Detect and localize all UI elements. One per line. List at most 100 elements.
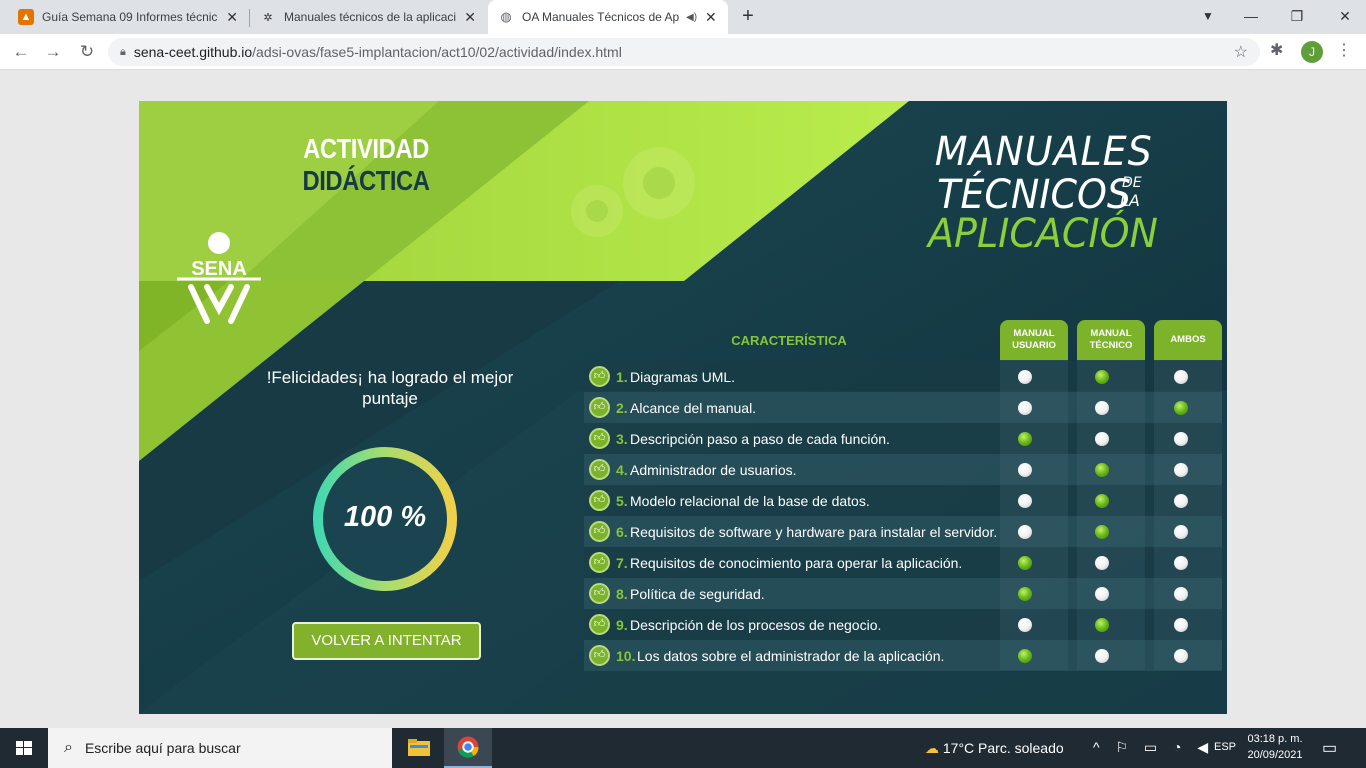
radio-option[interactable] xyxy=(1174,432,1188,446)
file-explorer-icon[interactable] xyxy=(396,728,442,768)
column-header-ambos: AMBOS xyxy=(1154,320,1222,360)
radio-option[interactable] xyxy=(1018,401,1032,415)
tab-title: Guía Semana 09 Informes técnicos xyxy=(42,10,219,24)
selected-radio-option[interactable] xyxy=(1095,370,1109,384)
table-row: 👍︎ 10. Los datos sobre el administrador de… xyxy=(584,640,1222,671)
thumbs-up-icon: 👍︎ xyxy=(589,490,610,511)
selected-radio-option[interactable] xyxy=(1018,587,1032,601)
radio-option[interactable] xyxy=(1174,463,1188,477)
selected-radio-option[interactable] xyxy=(1095,525,1109,539)
address-bar[interactable]: 🔒︎ sena-ceet.github.io/adsi-ovas/fase5-i… xyxy=(108,38,1260,66)
row-text: Requisitos de conocimiento para operar l… xyxy=(630,555,963,571)
table-row: 👍︎ 7. Requisitos de conocimiento para oper… xyxy=(584,547,1222,578)
selected-radio-option[interactable] xyxy=(1018,649,1032,663)
radio-option[interactable] xyxy=(1174,370,1188,384)
weather-widget[interactable]: ☁ 17°C Parc. soleado xyxy=(925,740,1064,757)
toolbar: ← → ↻ 🔒︎ sena-ceet.github.io/adsi-ovas/f… xyxy=(0,34,1366,70)
radio-option[interactable] xyxy=(1174,494,1188,508)
menu-icon[interactable]: ⋮ xyxy=(1336,40,1352,60)
close-icon[interactable]: ✕ xyxy=(464,9,476,26)
table-row: 👍︎ 5. Modelo relacional de la base de dato… xyxy=(584,485,1222,516)
windows-start-icon[interactable] xyxy=(0,728,48,768)
forward-icon[interactable]: → xyxy=(42,41,64,63)
tab-title: OA Manuales Técnicos de Ap xyxy=(522,10,680,24)
radio-option[interactable] xyxy=(1095,556,1109,570)
notification-icon[interactable]: ▭ xyxy=(1322,738,1337,758)
table-row: 👍︎ 1. Diagramas UML. xyxy=(584,361,1222,392)
radio-option[interactable] xyxy=(1095,401,1109,415)
close-window-icon[interactable]: ✕ xyxy=(1330,4,1360,28)
tab-manuales[interactable]: ✲ Manuales técnicos de la aplicación ✕ xyxy=(250,0,486,34)
row-number: 5. xyxy=(616,493,628,509)
radio-option[interactable] xyxy=(1018,525,1032,539)
search-placeholder: Escribe aquí para buscar xyxy=(84,740,241,756)
radio-option[interactable] xyxy=(1018,463,1032,477)
table-row: 👍︎ 4. Administrador de usuarios. xyxy=(584,454,1222,485)
selected-radio-option[interactable] xyxy=(1095,618,1109,632)
selected-radio-option[interactable] xyxy=(1174,401,1188,415)
radio-option[interactable] xyxy=(1095,587,1109,601)
weather-icon: ☁ xyxy=(925,740,939,756)
profile-avatar[interactable]: J xyxy=(1301,41,1323,63)
classroom-icon: ▲ xyxy=(18,9,34,25)
selected-radio-option[interactable] xyxy=(1018,556,1032,570)
browser-window: ▲ Guía Semana 09 Informes técnicos ✕ ✲ M… xyxy=(0,0,1366,70)
row-number: 9. xyxy=(616,617,628,633)
radio-option[interactable] xyxy=(1095,649,1109,663)
radio-option[interactable] xyxy=(1174,556,1188,570)
thumbs-up-icon: 👍︎ xyxy=(589,366,610,387)
speaker-icon[interactable]: ◀) xyxy=(686,12,697,23)
tab-guia[interactable]: ▲ Guía Semana 09 Informes técnicos ✕ xyxy=(8,0,248,34)
new-tab-button[interactable]: + xyxy=(738,5,758,28)
radio-option[interactable] xyxy=(1018,618,1032,632)
radio-option[interactable] xyxy=(1174,618,1188,632)
thumbs-up-icon: 👍︎ xyxy=(589,552,610,573)
reload-icon[interactable]: ↻ xyxy=(76,41,98,63)
column-header-manual-tecnico: MANUAL TÉCNICO xyxy=(1077,320,1145,360)
retry-button[interactable]: VOLVER A INTENTAR xyxy=(292,622,481,660)
clock-time: 03:18 p. m. xyxy=(1247,733,1303,745)
weather-text: 17°C Parc. soleado xyxy=(942,740,1064,756)
radio-option[interactable] xyxy=(1174,587,1188,601)
chrome-icon[interactable] xyxy=(444,728,492,768)
radio-option[interactable] xyxy=(1095,432,1109,446)
selected-radio-option[interactable] xyxy=(1018,432,1032,446)
close-icon[interactable]: ✕ xyxy=(705,9,717,26)
table-row: 👍︎ 6. Requisitos de software y hardware pa… xyxy=(584,516,1222,547)
radio-option[interactable] xyxy=(1018,494,1032,508)
thumbs-up-icon: 👍︎ xyxy=(589,614,610,635)
system-tray-icons[interactable]: ^ ⚐ ▭ ◔ ◀ xyxy=(1093,739,1214,756)
score-value: 100 % xyxy=(343,501,427,533)
thumbs-up-icon: 👍︎ xyxy=(589,521,610,542)
taskbar: ⌕ Escribe aquí para buscar ☁ 17°C Parc. … xyxy=(0,728,1366,768)
row-number: 3. xyxy=(616,431,628,447)
bookmark-star-icon[interactable]: ☆ xyxy=(1234,42,1248,62)
radio-option[interactable] xyxy=(1174,525,1188,539)
radio-option[interactable] xyxy=(1018,370,1032,384)
row-text: Alcance del manual. xyxy=(630,400,757,416)
clock-date: 20/09/2021 xyxy=(1247,749,1303,761)
thumbs-up-icon: 👍︎ xyxy=(589,428,610,449)
tab-oa-manuales[interactable]: ◍ OA Manuales Técnicos de Ap ◀) ✕ xyxy=(488,0,728,34)
extensions-icon[interactable]: ✱ xyxy=(1270,40,1283,60)
url-host: sena-ceet.github.io xyxy=(133,44,253,60)
close-icon[interactable]: ✕ xyxy=(226,9,238,26)
taskbar-search[interactable]: ⌕ Escribe aquí para buscar xyxy=(48,728,392,768)
tab-search-icon[interactable]: ▼ xyxy=(1193,4,1223,28)
clock[interactable]: 03:18 p. m. 20/09/2021 xyxy=(1244,731,1306,763)
selected-radio-option[interactable] xyxy=(1095,463,1109,477)
heading-aplicacion: APLICACIÓN xyxy=(928,211,1158,257)
row-text: Política de seguridad. xyxy=(630,586,765,602)
search-icon: ⌕ xyxy=(64,739,73,756)
row-number: 4. xyxy=(616,462,628,478)
heading-manuales: MANUALES xyxy=(934,129,1153,175)
sena-logo: SENA xyxy=(177,232,261,324)
globe-icon: ◍ xyxy=(500,9,512,24)
minimize-icon[interactable]: — xyxy=(1236,4,1266,28)
restore-icon[interactable]: ❐ xyxy=(1282,4,1312,28)
back-icon[interactable]: ← xyxy=(10,41,32,63)
radio-option[interactable] xyxy=(1174,649,1188,663)
column-header-manual-usuario: MANUAL USUARIO xyxy=(1000,320,1068,360)
language-indicator[interactable]: ESP xyxy=(1214,741,1236,753)
selected-radio-option[interactable] xyxy=(1095,494,1109,508)
